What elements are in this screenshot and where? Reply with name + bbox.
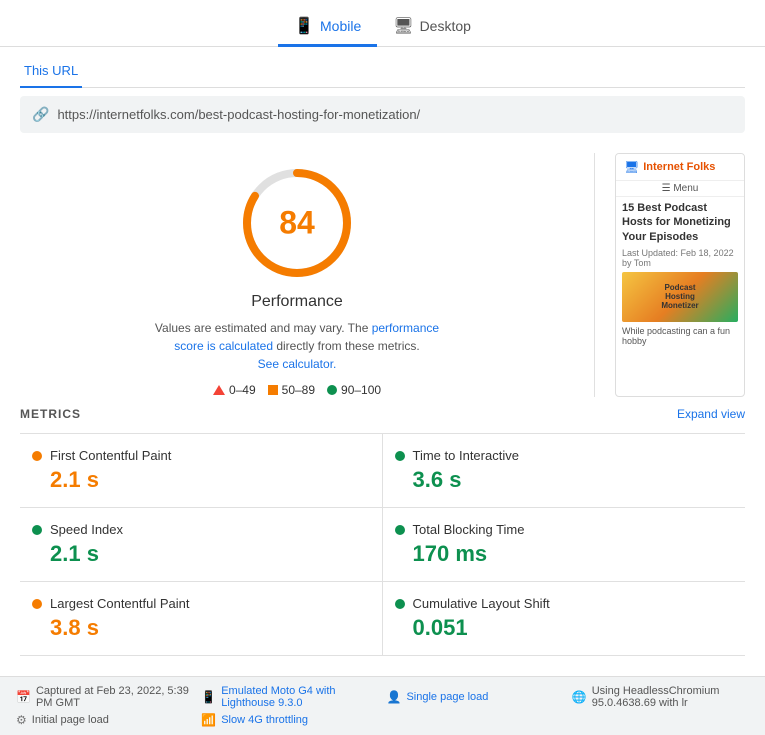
signal-icon: 📶 bbox=[201, 713, 216, 727]
legend-green: 90–100 bbox=[327, 383, 381, 397]
preview-site-name: Internet Folks bbox=[643, 161, 715, 173]
performance-title: Performance bbox=[251, 293, 343, 311]
metric-lcp-dot bbox=[32, 599, 42, 609]
footer-throttling-link[interactable]: Slow 4G throttling bbox=[221, 714, 308, 726]
metric-cls-header: Cumulative Layout Shift bbox=[395, 596, 734, 611]
preview-image: Podcast Hosting Monetizer bbox=[622, 272, 738, 322]
footer-emulated: 📱 Emulated Moto G4 with Lighthouse 9.3.0 bbox=[201, 685, 378, 709]
mobile-icon: 📱 bbox=[294, 16, 314, 36]
metric-tbt-header: Total Blocking Time bbox=[395, 522, 734, 537]
preview-card: 🖥 Internet Folks ☰ Menu 15 Best Podcast … bbox=[615, 153, 745, 397]
legend-orange: 50–89 bbox=[268, 383, 315, 397]
gear-icon: ⚙ bbox=[16, 713, 27, 727]
footer-throttling: 📶 Slow 4G throttling bbox=[201, 713, 378, 727]
legend-green-range: 90–100 bbox=[341, 383, 381, 397]
browser-icon: 🌐 bbox=[572, 690, 587, 704]
preview-header: 🖥 Internet Folks bbox=[616, 154, 744, 181]
metric-fcp-name: First Contentful Paint bbox=[50, 448, 171, 463]
legend-square-icon bbox=[268, 385, 278, 395]
tab-bar: 📱 Mobile 🖥 Desktop bbox=[0, 0, 765, 47]
footer-emulated-link[interactable]: Emulated Moto G4 with Lighthouse 9.3.0 bbox=[221, 685, 378, 709]
gauge-score: 84 bbox=[279, 205, 315, 242]
performance-description: Values are estimated and may vary. The p… bbox=[147, 319, 447, 373]
metric-tti-name: Time to Interactive bbox=[413, 448, 519, 463]
metric-cls-value: 0.051 bbox=[413, 615, 734, 641]
legend-red-range: 0–49 bbox=[229, 383, 256, 397]
metric-si: Speed Index 2.1 s bbox=[20, 508, 383, 582]
preview-header-icon: 🖥 bbox=[624, 160, 639, 174]
device-icon: 📱 bbox=[201, 690, 216, 704]
metric-lcp-header: Largest Contentful Paint bbox=[32, 596, 370, 611]
preview-body: 15 Best Podcast Hosts for Monetizing You… bbox=[616, 197, 744, 354]
legend-orange-range: 50–89 bbox=[282, 383, 315, 397]
preview-menu: ☰ Menu bbox=[616, 181, 744, 197]
tab-desktop-label: Desktop bbox=[420, 18, 471, 34]
perf-desc-prefix: Values are estimated and may vary. The bbox=[155, 321, 372, 335]
metric-tbt: Total Blocking Time 170 ms bbox=[383, 508, 746, 582]
metric-fcp-header: First Contentful Paint bbox=[32, 448, 370, 463]
url-bar: 🔗 https://internetfolks.com/best-podcast… bbox=[20, 96, 745, 133]
legend-red: 0–49 bbox=[213, 383, 256, 397]
see-calculator-link[interactable]: See calculator. bbox=[258, 357, 337, 371]
url-section: This URL 🔗 https://internetfolks.com/bes… bbox=[0, 47, 765, 133]
link-icon: 🔗 bbox=[32, 106, 49, 123]
metric-si-header: Speed Index bbox=[32, 522, 370, 537]
url-tabs: This URL bbox=[20, 55, 745, 88]
footer-single-page: 👤 Single page load bbox=[387, 685, 564, 709]
tab-mobile[interactable]: 📱 Mobile bbox=[278, 8, 377, 47]
metrics-title: METRICS bbox=[20, 407, 81, 421]
perf-desc-suffix: directly from these metrics. bbox=[273, 339, 420, 353]
tab-desktop[interactable]: 🖥 Desktop bbox=[377, 8, 487, 47]
legend: 0–49 50–89 90–100 bbox=[213, 383, 381, 397]
metric-fcp-value: 2.1 s bbox=[50, 467, 370, 493]
expand-view-button[interactable]: Expand view bbox=[677, 407, 745, 421]
footer: 📅 Captured at Feb 23, 2022, 5:39 PM GMT … bbox=[0, 676, 765, 735]
metric-tbt-name: Total Blocking Time bbox=[413, 522, 525, 537]
performance-section: 84 Performance Values are estimated and … bbox=[20, 153, 574, 397]
metric-lcp-name: Largest Contentful Paint bbox=[50, 596, 189, 611]
footer-chromium: 🌐 Using HeadlessChromium 95.0.4638.69 wi… bbox=[572, 685, 749, 709]
metric-si-name: Speed Index bbox=[50, 522, 123, 537]
footer-initial-load: ⚙ Initial page load bbox=[16, 713, 193, 727]
footer-single-page-link[interactable]: Single page load bbox=[406, 691, 488, 703]
user-icon: 👤 bbox=[387, 690, 402, 704]
preview-date: Last Updated: Feb 18, 2022 by Tom bbox=[622, 248, 738, 268]
metric-fcp-dot bbox=[32, 451, 42, 461]
calendar-icon: 📅 bbox=[16, 690, 31, 704]
metric-tti: Time to Interactive 3.6 s bbox=[383, 434, 746, 508]
main-content: 84 Performance Values are estimated and … bbox=[0, 133, 765, 397]
metric-lcp: Largest Contentful Paint 3.8 s bbox=[20, 582, 383, 656]
metrics-header: METRICS Expand view bbox=[20, 407, 745, 421]
this-url-label: This URL bbox=[24, 63, 78, 78]
metric-cls: Cumulative Layout Shift 0.051 bbox=[383, 582, 746, 656]
metric-si-dot bbox=[32, 525, 42, 535]
metric-tbt-dot bbox=[395, 525, 405, 535]
preview-image-text: Podcast Hosting Monetizer bbox=[661, 283, 698, 310]
performance-gauge: 84 bbox=[237, 163, 357, 283]
metrics-section: METRICS Expand view First Contentful Pai… bbox=[0, 397, 765, 666]
legend-green-dot bbox=[327, 385, 337, 395]
metric-fcp: First Contentful Paint 2.1 s bbox=[20, 434, 383, 508]
footer-initial-load-text: Initial page load bbox=[32, 714, 109, 726]
metric-cls-name: Cumulative Layout Shift bbox=[413, 596, 550, 611]
desktop-icon: 🖥 bbox=[393, 16, 413, 36]
preview-title: 15 Best Podcast Hosts for Monetizing You… bbox=[622, 201, 738, 244]
metric-tti-dot bbox=[395, 451, 405, 461]
metric-tti-header: Time to Interactive bbox=[395, 448, 734, 463]
preview-footer: While podcasting can a fun hobby bbox=[622, 326, 738, 350]
footer-captured: 📅 Captured at Feb 23, 2022, 5:39 PM GMT bbox=[16, 685, 193, 709]
metrics-grid: First Contentful Paint 2.1 s Time to Int… bbox=[20, 433, 745, 656]
metric-cls-dot bbox=[395, 599, 405, 609]
metric-si-value: 2.1 s bbox=[50, 541, 370, 567]
metric-tbt-value: 170 ms bbox=[413, 541, 734, 567]
legend-triangle-icon bbox=[213, 385, 225, 395]
footer-chromium-text: Using HeadlessChromium 95.0.4638.69 with… bbox=[592, 685, 749, 709]
metric-tti-value: 3.6 s bbox=[413, 467, 734, 493]
this-url-tab[interactable]: This URL bbox=[20, 55, 82, 88]
vertical-divider bbox=[594, 153, 595, 397]
url-text: https://internetfolks.com/best-podcast-h… bbox=[57, 107, 420, 122]
metric-lcp-value: 3.8 s bbox=[50, 615, 370, 641]
tab-mobile-label: Mobile bbox=[320, 18, 361, 34]
footer-captured-text: Captured at Feb 23, 2022, 5:39 PM GMT bbox=[36, 685, 193, 709]
